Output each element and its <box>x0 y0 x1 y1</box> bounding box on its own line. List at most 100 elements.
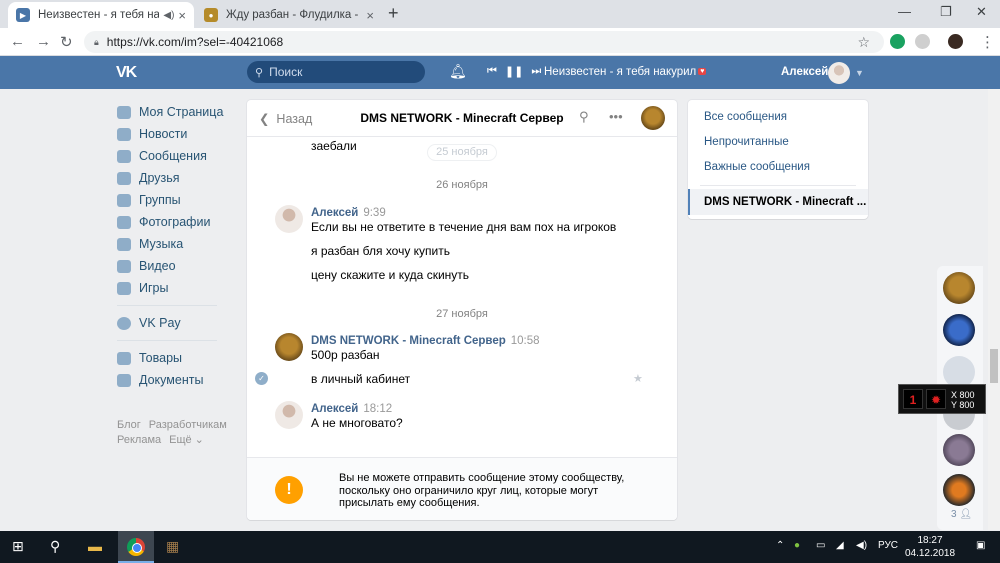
taskbar-clock[interactable]: 18:27 04.12.2018 <box>904 534 956 560</box>
news-icon <box>117 127 131 141</box>
vk-logo-icon[interactable]: VK <box>116 64 137 82</box>
home-icon <box>117 105 131 119</box>
message-history[interactable]: заебали 25 ноября 26 ноября Алексей 9:39 … <box>247 137 677 457</box>
star-icon[interactable]: ★ <box>633 372 643 385</box>
track-badge: ♥ <box>698 68 707 76</box>
footer-link-more[interactable]: Ещё ⌄ <box>169 434 204 446</box>
footer-link-blog[interactable]: Блог <box>117 419 141 431</box>
menu-label: VK Pay <box>139 316 181 330</box>
now-playing[interactable]: Неизвестен - я тебя накурил ♥ <box>544 66 707 78</box>
bookmark-star-icon[interactable]: ☆ <box>857 34 870 51</box>
search-input[interactable]: ⚲ Поиск <box>247 61 425 83</box>
tray-app-icon[interactable]: ● <box>794 540 800 551</box>
menu-item-music[interactable]: Музыка <box>117 233 242 255</box>
tray-chevron-icon[interactable]: ⌃ <box>776 540 784 551</box>
menu-item-groups[interactable]: Группы <box>117 189 242 211</box>
messages-icon <box>117 149 131 163</box>
chatbar-avatar[interactable] <box>943 434 975 466</box>
menu-label: Группы <box>139 193 181 207</box>
folder-active-chat[interactable]: DMS NETWORK - Minecraft ... <box>688 189 868 215</box>
chat-avatar[interactable] <box>641 106 665 130</box>
close-tab-icon[interactable]: × <box>366 8 374 23</box>
language-indicator[interactable]: РУС <box>878 540 898 551</box>
address-toolbar: ← → ↻ 🔒︎ https://vk.com/im?sel=-40421068… <box>0 28 1000 56</box>
menu-item-documents[interactable]: Документы <box>117 369 242 391</box>
track-title: Неизвестен - я тебя накурил <box>544 66 697 78</box>
chrome-icon[interactable] <box>127 538 145 556</box>
write-restricted-notice: ! Вы не можете отправить сообщение этому… <box>247 457 677 520</box>
message-author[interactable]: Алексей 18:12 <box>311 403 392 415</box>
author-name: Алексей <box>311 403 359 415</box>
chatbar-count[interactable]: 3 👤︎ <box>951 509 972 520</box>
menu-item-video[interactable]: Видео <box>117 255 242 277</box>
menu-dots-icon[interactable]: ⋮ <box>980 33 995 51</box>
audio-controls: ⏮︎ ❚❚ ⏭︎ <box>487 65 541 78</box>
next-track-icon[interactable]: ⏭︎ <box>531 65 541 78</box>
previous-track-icon[interactable]: ⏮︎ <box>487 65 497 78</box>
avatar[interactable] <box>275 205 303 233</box>
bell-icon[interactable]: 🔔︎ <box>449 63 467 80</box>
battery-icon[interactable]: ▭ <box>816 540 825 551</box>
folder-divider <box>700 185 856 186</box>
notifications-icon[interactable]: ▣ <box>976 540 985 551</box>
footer-link-developers[interactable]: Разработчикам <box>149 419 227 431</box>
overlay-x: X 800 <box>951 390 975 400</box>
message-author[interactable]: DMS NETWORK - Minecraft Сервер 10:58 <box>311 335 540 347</box>
menu-item-friends[interactable]: Друзья <box>117 167 242 189</box>
menu-item-profile[interactable]: Моя Страница <box>117 101 242 123</box>
scrollbar-thumb[interactable] <box>990 349 998 383</box>
chatbar-avatar[interactable] <box>943 272 975 304</box>
volume-icon[interactable]: ◀) <box>856 540 867 551</box>
avatar[interactable] <box>275 401 303 429</box>
avatar[interactable] <box>275 333 303 361</box>
restore-button[interactable]: ❐ <box>940 4 952 20</box>
minimize-button[interactable]: — <box>898 4 911 19</box>
menu-item-vkpay[interactable]: VK Pay <box>117 312 242 334</box>
more-dots-icon[interactable]: ••• <box>609 109 623 124</box>
message-time: 18:12 <box>363 403 393 415</box>
chatbar-avatar[interactable] <box>943 474 975 506</box>
back-arrow-icon[interactable]: ← <box>10 33 25 50</box>
close-tab-icon[interactable]: × <box>178 8 186 23</box>
menu-item-messages[interactable]: Сообщения <box>117 145 242 167</box>
extension-gray-icon[interactable] <box>915 34 930 49</box>
tab-vk[interactable]: ▶ Неизвестен - я тебя накури ◀) × <box>8 2 194 28</box>
footer-links: Блог Разработчикам Реклама Ещё ⌄ <box>117 418 235 448</box>
tab-forum[interactable]: ● Жду разбан - Флудилка - DMS N × <box>196 2 382 28</box>
message-text: Если вы не ответите в течение дня вам по… <box>311 220 617 234</box>
menu-item-news[interactable]: Новости <box>117 123 242 145</box>
extension-check-icon[interactable] <box>890 34 905 49</box>
page-scrollbar[interactable] <box>988 89 1000 530</box>
file-explorer-icon[interactable]: ▬ <box>88 538 102 554</box>
pause-icon[interactable]: ❚❚ <box>505 65 523 78</box>
folder-important[interactable]: Важные сообщения <box>704 161 810 173</box>
search-icon[interactable]: ⚲ <box>579 109 589 125</box>
left-menu: Моя Страница Новости Сообщения Друзья Гр… <box>117 101 242 391</box>
url-bar[interactable]: 🔒︎ https://vk.com/im?sel=-40421068 ☆ <box>84 31 884 53</box>
message-author[interactable]: Алексей 9:39 <box>311 207 386 219</box>
forward-arrow-icon[interactable]: → <box>36 33 51 50</box>
minecraft-icon[interactable]: ▦ <box>166 538 179 555</box>
chevron-down-icon[interactable]: ▼ <box>855 68 864 78</box>
network-icon[interactable]: ◢ <box>836 540 844 551</box>
menu-item-photos[interactable]: Фотографии <box>117 211 242 233</box>
menu-item-games[interactable]: Игры <box>117 277 242 299</box>
new-tab-button[interactable]: + <box>388 3 399 24</box>
header-avatar[interactable] <box>828 62 850 84</box>
select-check-icon[interactable]: ✓ <box>255 372 268 385</box>
speaker-icon[interactable]: ◀) <box>163 10 174 21</box>
folder-unread[interactable]: Непрочитанные <box>704 136 789 148</box>
chat-panel: ❮ Назад DMS NETWORK - Minecraft Сервер ⚲… <box>247 100 677 520</box>
search-icon[interactable]: ⚲ <box>50 538 60 555</box>
author-name: DMS NETWORK - Minecraft Сервер <box>311 335 506 347</box>
reload-icon[interactable]: ↻ <box>60 33 73 51</box>
menu-item-goods[interactable]: Товары <box>117 347 242 369</box>
close-window-button[interactable]: ✕ <box>976 4 987 20</box>
footer-link-ads[interactable]: Реклама <box>117 434 161 446</box>
chatbar-avatar[interactable] <box>943 314 975 346</box>
chat-header: ❮ Назад DMS NETWORK - Minecraft Сервер ⚲… <box>247 100 677 137</box>
windows-start-icon[interactable]: ⊞ <box>12 538 24 555</box>
profile-avatar-icon[interactable] <box>948 34 963 49</box>
header-user-name[interactable]: Алексей <box>781 66 828 78</box>
folder-all[interactable]: Все сообщения <box>704 111 787 123</box>
